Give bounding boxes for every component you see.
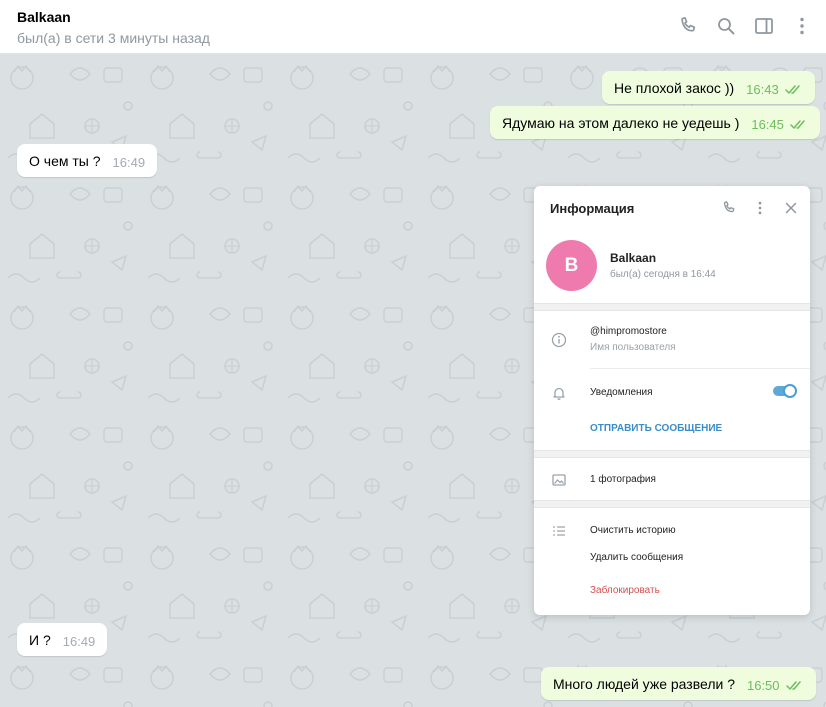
photo-icon [551,472,567,488]
phone-icon[interactable] [676,14,700,38]
clear-history-button[interactable]: Очистить историю [590,525,676,536]
read-checkmarks-icon [785,681,801,690]
username-value[interactable]: @himpromostore [590,326,667,337]
toggle-knob [783,384,797,398]
message-bubble-outgoing[interactable]: Много людей уже развели ? 16:50 [541,667,816,700]
avatar[interactable]: B [546,240,597,291]
message-bubble-outgoing[interactable]: Ядумаю на этом далеко не уедешь ) 16:45 [490,106,820,139]
panel-title: Информация [550,201,635,216]
profile-status: был(а) сегодня в 16:44 [610,269,716,280]
message-text: Ядумаю на этом далеко не уедешь ) [502,114,740,131]
notifications-toggle[interactable] [773,384,797,398]
message-time: 16:50 [746,678,780,693]
read-checkmarks-icon [784,85,800,94]
message-time: 16:45 [751,117,784,132]
chat-title[interactable]: Balkaan [17,9,71,25]
message-bubble-incoming[interactable]: И ? 16:49 [17,623,108,656]
phone-icon[interactable] [720,199,738,217]
message-text: Много людей уже развели ? [553,675,735,692]
search-icon[interactable] [714,14,738,38]
send-message-link[interactable]: ОТПРАВИТЬ СООБЩЕНИЕ [590,423,722,434]
list-icon [551,523,567,539]
block-user-button[interactable]: Заблокировать [590,585,660,596]
sidebar-toggle-icon[interactable] [752,14,776,38]
message-time: 16:49 [62,634,96,649]
message-text: О чем ты ? [29,152,101,169]
message-text: Не плохой закос )) [614,79,735,96]
username-label: Имя пользователя [590,342,676,353]
chat-header: Balkaan был(а) в сети 3 минуты назад [0,0,826,54]
photos-link[interactable]: 1 фотография [590,474,656,485]
section-divider [534,500,810,508]
section-divider [534,450,810,458]
profile-name: Balkaan [610,251,657,265]
bell-icon [551,385,567,401]
read-checkmarks-icon [790,120,805,129]
section-divider [534,303,810,311]
row-divider [590,368,810,369]
message-time: 16:49 [112,155,146,170]
message-text: И ? [29,631,51,648]
info-panel: Информация B Balkaan был(а) сегодня в 16… [534,186,810,615]
message-bubble-incoming[interactable]: О чем ты ? 16:49 [17,144,158,177]
message-bubble-outgoing[interactable]: Не плохой закос )) 16:43 [602,71,815,104]
notifications-label: Уведомления [590,387,653,398]
message-time: 16:43 [746,82,779,97]
info-icon [551,332,567,348]
delete-messages-button[interactable]: Удалить сообщения [590,552,683,563]
chat-status: был(а) в сети 3 минуты назад [17,30,210,46]
more-options-icon[interactable] [790,14,814,38]
close-icon[interactable] [782,199,800,217]
more-options-icon[interactable] [751,199,769,217]
